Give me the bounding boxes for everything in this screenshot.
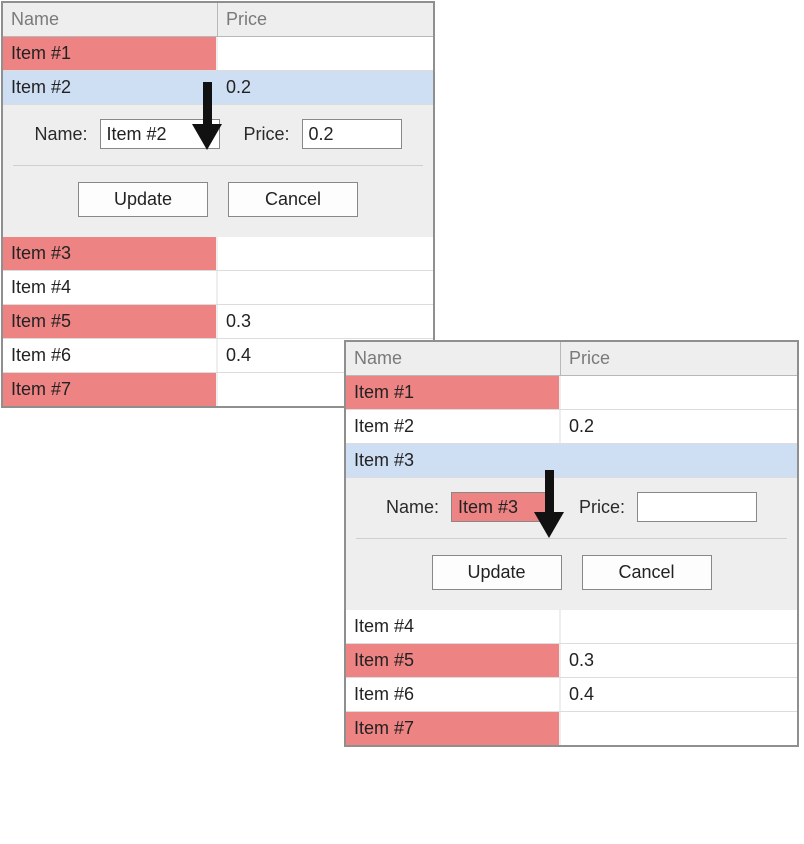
cell-name: Item #7	[3, 373, 218, 406]
cell-name: Item #7	[346, 712, 561, 745]
price-label: Price:	[244, 124, 290, 145]
cell-price	[218, 237, 433, 270]
name-label: Name:	[386, 497, 439, 518]
cell-price: 0.3	[561, 644, 797, 677]
row-editor: Name: Price: Update Cancel	[3, 105, 433, 237]
cell-price	[561, 712, 797, 745]
price-input[interactable]	[637, 492, 757, 522]
cell-name: Item #1	[346, 376, 561, 409]
divider	[356, 538, 787, 539]
cell-price	[218, 271, 433, 304]
cell-name: Item #2	[3, 71, 218, 104]
header-row: Name Price	[3, 3, 433, 37]
table-row[interactable]: Item #3	[3, 237, 433, 271]
cell-name: Item #2	[346, 410, 561, 443]
header-row: Name Price	[346, 342, 797, 376]
cell-price: 0.3	[218, 305, 433, 338]
cell-price	[561, 376, 797, 409]
table-row[interactable]: Item #7	[346, 712, 797, 745]
cancel-button[interactable]: Cancel	[228, 182, 358, 217]
name-input[interactable]	[100, 119, 220, 149]
table-row[interactable]: Item #5 0.3	[3, 305, 433, 339]
header-price[interactable]: Price	[218, 3, 433, 36]
table-row[interactable]: Item #5 0.3	[346, 644, 797, 678]
table-row[interactable]: Item #1	[3, 37, 433, 71]
cell-price: 0.2	[561, 410, 797, 443]
grid-panel-2: Name Price Item #1 Item #2 0.2 Item #3 N…	[344, 340, 799, 747]
cell-name: Item #3	[346, 444, 561, 477]
table-row[interactable]: Item #4	[346, 610, 797, 644]
cell-name: Item #4	[3, 271, 218, 304]
cell-name: Item #6	[346, 678, 561, 711]
row-editor: Name: Price: Update Cancel	[346, 478, 797, 610]
table-row[interactable]: Item #2 0.2	[346, 410, 797, 444]
header-name[interactable]: Name	[3, 3, 218, 36]
table-row-selected[interactable]: Item #2 0.2	[3, 71, 433, 105]
name-input[interactable]	[451, 492, 551, 522]
cell-price	[218, 37, 433, 70]
cell-name: Item #5	[346, 644, 561, 677]
header-name[interactable]: Name	[346, 342, 561, 375]
cell-price	[561, 610, 797, 643]
cell-name: Item #3	[3, 237, 218, 270]
cancel-button[interactable]: Cancel	[582, 555, 712, 590]
update-button[interactable]: Update	[432, 555, 562, 590]
cell-price	[561, 444, 797, 477]
table-row-selected[interactable]: Item #3	[346, 444, 797, 478]
table-row[interactable]: Item #1	[346, 376, 797, 410]
cell-name: Item #1	[3, 37, 218, 70]
update-button[interactable]: Update	[78, 182, 208, 217]
price-label: Price:	[579, 497, 625, 518]
table-row[interactable]: Item #6 0.4	[346, 678, 797, 712]
cell-name: Item #5	[3, 305, 218, 338]
name-label: Name:	[34, 124, 87, 145]
cell-price: 0.2	[218, 71, 433, 104]
header-price[interactable]: Price	[561, 342, 797, 375]
divider	[13, 165, 423, 166]
cell-price: 0.4	[561, 678, 797, 711]
cell-name: Item #4	[346, 610, 561, 643]
table-row[interactable]: Item #4	[3, 271, 433, 305]
cell-name: Item #6	[3, 339, 218, 372]
price-input[interactable]	[302, 119, 402, 149]
